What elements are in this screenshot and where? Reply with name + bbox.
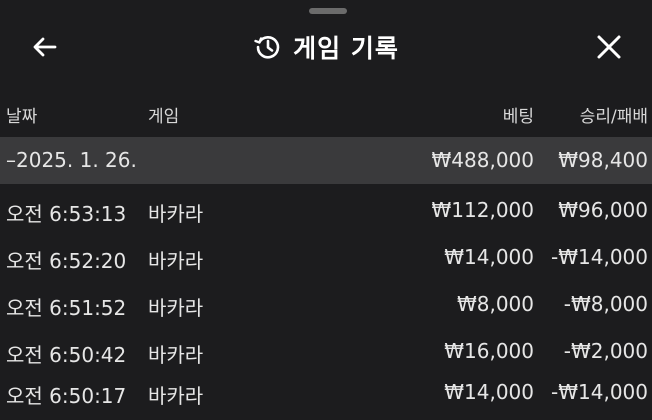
row-time: 오전 6:50:17 <box>6 384 127 408</box>
table-row[interactable]: 오전 6:53:13 바카라 ₩112,000 ₩96,000 <box>0 187 652 234</box>
close-icon <box>597 35 621 59</box>
column-header-bet: 베팅 <box>502 107 534 127</box>
table-row[interactable]: 오전 6:52:20 바카라 ₩14,000 -₩14,000 <box>0 234 652 281</box>
row-bet: ₩112,000 <box>431 198 534 222</box>
title-group: 게임 기록 <box>0 28 652 66</box>
table-row[interactable]: 오전 6:50:42 바카라 ₩16,000 -₩2,000 <box>0 328 652 375</box>
row-time: 오전 6:51:52 <box>6 296 127 320</box>
date-summary-row[interactable]: –2025. 1. 26. ₩488,000 ₩98,400 <box>0 137 652 184</box>
row-game: 바카라 <box>148 249 204 273</box>
row-win-loss: -₩2,000 <box>563 339 648 363</box>
column-header-win-loss: 승리/패배 <box>579 107 648 127</box>
row-game: 바카라 <box>148 296 204 320</box>
summary-win-loss: ₩98,400 <box>558 148 648 172</box>
row-time: 오전 6:50:42 <box>6 343 127 367</box>
row-time: 오전 6:53:13 <box>6 202 127 226</box>
row-game: 바카라 <box>148 202 204 226</box>
row-bet: ₩14,000 <box>444 245 534 269</box>
row-win-loss: -₩14,000 <box>551 245 648 269</box>
sheet-grabber[interactable] <box>309 8 347 14</box>
row-game: 바카라 <box>148 343 204 367</box>
row-time: 오전 6:52:20 <box>6 249 127 273</box>
table-row[interactable]: 오전 6:51:52 바카라 ₩8,000 -₩8,000 <box>0 281 652 328</box>
row-bet: ₩14,000 <box>444 380 534 404</box>
column-header-date: 날짜 <box>6 107 38 127</box>
table-row[interactable]: 오전 6:50:17 바카라 ₩14,000 -₩14,000 <box>0 369 652 416</box>
summary-date: –2025. 1. 26. <box>6 148 137 172</box>
page-title: 게임 기록 <box>293 34 399 63</box>
column-headers: 날짜 게임 베팅 승리/패배 <box>0 98 652 130</box>
history-icon <box>254 35 280 59</box>
row-win-loss: -₩14,000 <box>551 380 648 404</box>
summary-bet: ₩488,000 <box>431 148 534 172</box>
row-bet: ₩8,000 <box>456 292 534 316</box>
column-header-game: 게임 <box>148 107 180 127</box>
row-game: 바카라 <box>148 384 204 408</box>
row-win-loss: ₩96,000 <box>558 198 648 222</box>
close-button[interactable] <box>592 30 626 64</box>
row-win-loss: -₩8,000 <box>563 292 648 316</box>
header: 게임 기록 <box>0 20 652 74</box>
row-bet: ₩16,000 <box>444 339 534 363</box>
